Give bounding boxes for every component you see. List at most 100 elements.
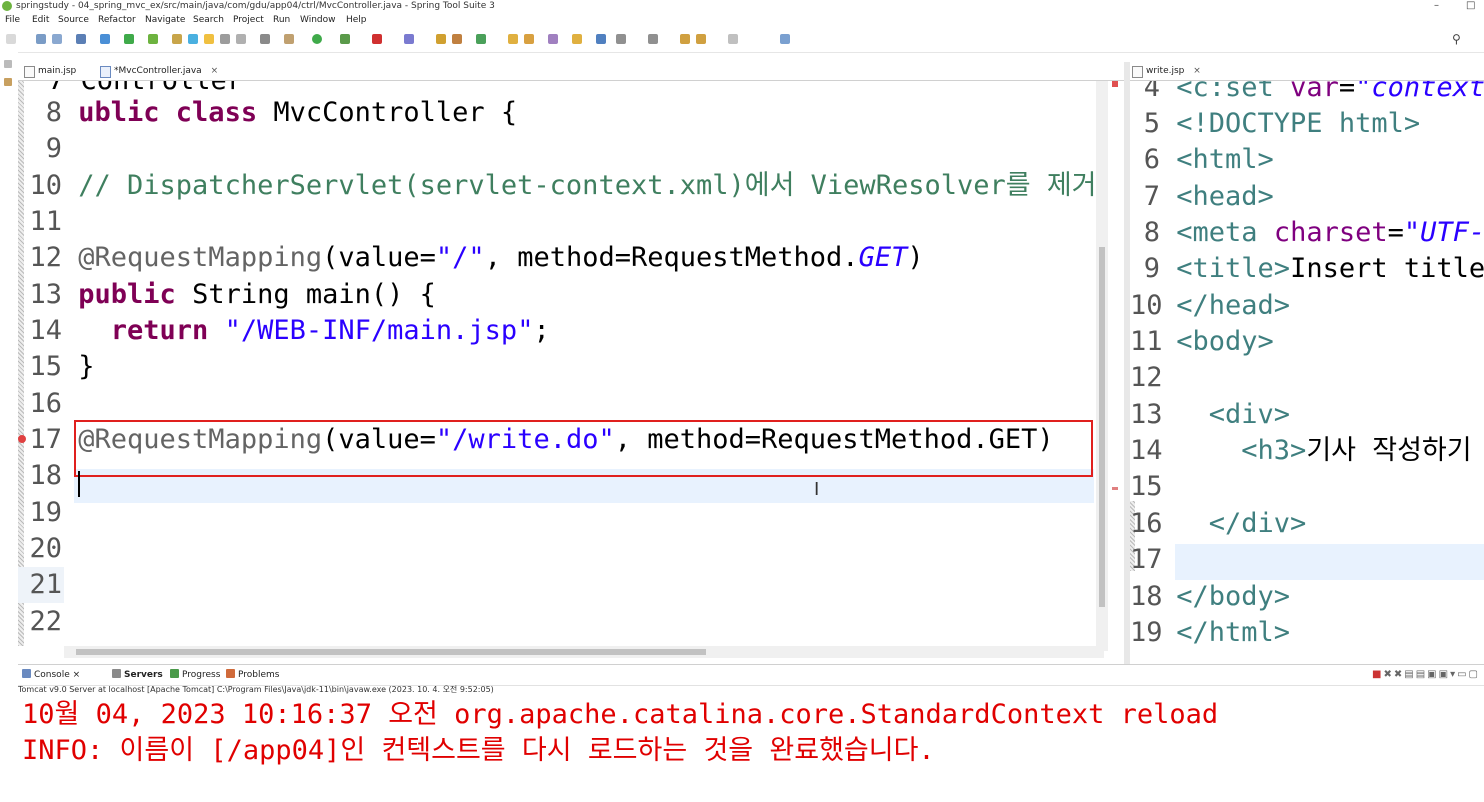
close-tab-icon[interactable]: × <box>73 670 81 680</box>
show-whitespace-icon[interactable] <box>260 34 270 44</box>
line-number: 8 <box>45 97 62 128</box>
run-icon[interactable] <box>312 34 322 44</box>
back-icon[interactable] <box>696 34 706 44</box>
menu-project[interactable]: Project <box>233 12 264 28</box>
menu-edit[interactable]: Edit <box>32 12 49 28</box>
jsp-line-14: 14 <h3>기사 작성하기 <box>1130 433 1472 469</box>
external-tools-icon[interactable] <box>404 34 414 44</box>
menu-search[interactable]: Search <box>193 12 224 28</box>
pin-console-icon[interactable]: ▣ <box>1427 669 1438 680</box>
tab-console[interactable]: Console × <box>22 669 80 680</box>
code-line-15: 15 } <box>18 349 94 385</box>
stop-icon[interactable] <box>372 34 382 44</box>
tab-write-jsp[interactable]: write.jsp × <box>1130 62 1207 80</box>
servers-icon <box>112 669 121 678</box>
tab-servers[interactable]: Servers <box>112 669 163 680</box>
close-tab-icon[interactable]: × <box>1193 66 1201 76</box>
menu-help[interactable]: Help <box>346 12 367 28</box>
maximize-button[interactable]: □ <box>1466 0 1475 12</box>
word-wrap-icon[interactable]: ▤ <box>1416 669 1427 680</box>
minimize-button[interactable]: – <box>1434 0 1439 12</box>
toggle-block-icon[interactable] <box>236 34 246 44</box>
menu-source[interactable]: Source <box>58 12 89 28</box>
menu-run[interactable]: Run <box>273 12 290 28</box>
tab-label: write.jsp <box>1146 66 1185 76</box>
console-output[interactable]: 10월 04, 2023 10:16:37 오전 org.apache.cata… <box>18 698 1484 802</box>
search-task-icon[interactable] <box>204 34 214 44</box>
save-all-icon[interactable] <box>52 34 62 44</box>
debug-server-icon[interactable] <box>124 34 134 44</box>
tab-progress[interactable]: Progress <box>170 669 220 680</box>
open-file-icon[interactable] <box>524 34 534 44</box>
jsp-line-7: 7 <head> <box>1130 179 1274 215</box>
spring-icon[interactable] <box>148 34 158 44</box>
vscroll-thumb[interactable] <box>1099 247 1105 607</box>
minimize-view-icon[interactable]: ▭ <box>1457 669 1468 680</box>
jsp-code-editor[interactable]: 4 <c:set var="context 5 <!DOCTYPE html> … <box>1130 81 1484 664</box>
head-close-tag: </head> <box>1176 290 1291 321</box>
line-number: 15 <box>29 351 62 382</box>
overview-marker[interactable] <box>1112 487 1118 490</box>
console-toolbar[interactable]: ■✖✖▤▤▣▣▾▭▢ <box>1372 669 1480 680</box>
tab-main-jsp[interactable]: main.jsp <box>18 62 82 80</box>
code-line-9: 9 <box>18 131 62 167</box>
mouse-ibeam-cursor: I <box>814 479 820 500</box>
line-number: 8 <box>1143 217 1160 248</box>
spring-tool-suite-logo-icon <box>2 1 12 11</box>
tab-mvccontroller-java[interactable]: *MvcController.java × <box>94 62 225 80</box>
html-open-tag: <html> <box>1176 144 1274 175</box>
open-console-icon[interactable] <box>76 34 86 44</box>
last-edit-icon[interactable] <box>680 34 690 44</box>
open-project-icon[interactable] <box>508 34 518 44</box>
menu-refactor[interactable]: Refactor <box>98 12 136 28</box>
error-marker-icon[interactable] <box>18 435 26 443</box>
toggle-mark-icon[interactable] <box>220 34 230 44</box>
code-line-22: 22 <box>18 604 62 640</box>
line-number: 19 <box>1130 617 1163 648</box>
new-icon[interactable] <box>6 34 16 44</box>
forward-icon[interactable] <box>728 34 738 44</box>
jsp-line-15: 15 <box>1130 469 1163 505</box>
console-line: 10월 04, 2023 10:16:37 오전 org.apache.cata… <box>22 699 1219 730</box>
remove-launch-icon[interactable]: ✖ <box>1383 669 1393 680</box>
next-annotation-icon[interactable] <box>616 34 626 44</box>
java-code-editor[interactable]: 7 Controller 8 ublic class MvcController… <box>18 81 1124 664</box>
jsp-line-18: 18 </body> <box>1130 579 1290 615</box>
coverage-icon[interactable] <box>340 34 350 44</box>
menu-navigate[interactable]: Navigate <box>145 12 185 28</box>
open-type-icon[interactable] <box>188 34 198 44</box>
previous-annotation-icon[interactable] <box>648 34 658 44</box>
new-class-icon[interactable] <box>476 34 486 44</box>
scroll-lock-icon[interactable]: ▤ <box>1404 669 1415 680</box>
minimized-view-icon[interactable] <box>4 60 12 68</box>
tab-problems[interactable]: Problems <box>226 669 279 680</box>
package-explorer-icon[interactable] <box>4 78 12 86</box>
search-icon[interactable]: ⚲ <box>1452 32 1461 46</box>
menu-file[interactable]: File <box>5 12 20 28</box>
left-editor-vscrollbar[interactable] <box>1096 81 1108 651</box>
remove-all-icon[interactable]: ✖ <box>1394 669 1404 680</box>
maximize-view-icon[interactable]: ▢ <box>1469 669 1480 680</box>
new-java-project-icon[interactable] <box>436 34 446 44</box>
edit-icon[interactable] <box>548 34 558 44</box>
new-package-icon[interactable] <box>452 34 462 44</box>
line-number: 14 <box>29 315 62 346</box>
window-title: springstudy - 04_spring_mvc_ex/src/main/… <box>16 1 495 11</box>
boot-dashboard-icon[interactable] <box>172 34 182 44</box>
display-console-icon[interactable]: ▣ <box>1439 669 1450 680</box>
code-line-14: 14 return "/WEB-INF/main.jsp"; <box>18 313 549 349</box>
pin-editor-icon[interactable] <box>780 34 790 44</box>
terminate-icon[interactable]: ■ <box>1372 669 1383 680</box>
save-icon[interactable] <box>36 34 46 44</box>
jsp-line-5: 5 <!DOCTYPE html> <box>1130 106 1420 142</box>
hscroll-thumb[interactable] <box>76 649 706 655</box>
left-editor-hscrollbar[interactable] <box>64 646 1104 658</box>
menu-window[interactable]: Window <box>300 12 336 28</box>
close-tab-icon[interactable]: × <box>211 66 219 76</box>
web-browser-icon[interactable] <box>596 34 606 44</box>
highlight-box <box>74 420 1093 477</box>
overview-error-marker[interactable] <box>1112 81 1118 87</box>
debug-icon[interactable] <box>284 34 294 44</box>
skip-breakpoints-icon[interactable] <box>100 34 110 44</box>
browse-icon[interactable] <box>572 34 582 44</box>
